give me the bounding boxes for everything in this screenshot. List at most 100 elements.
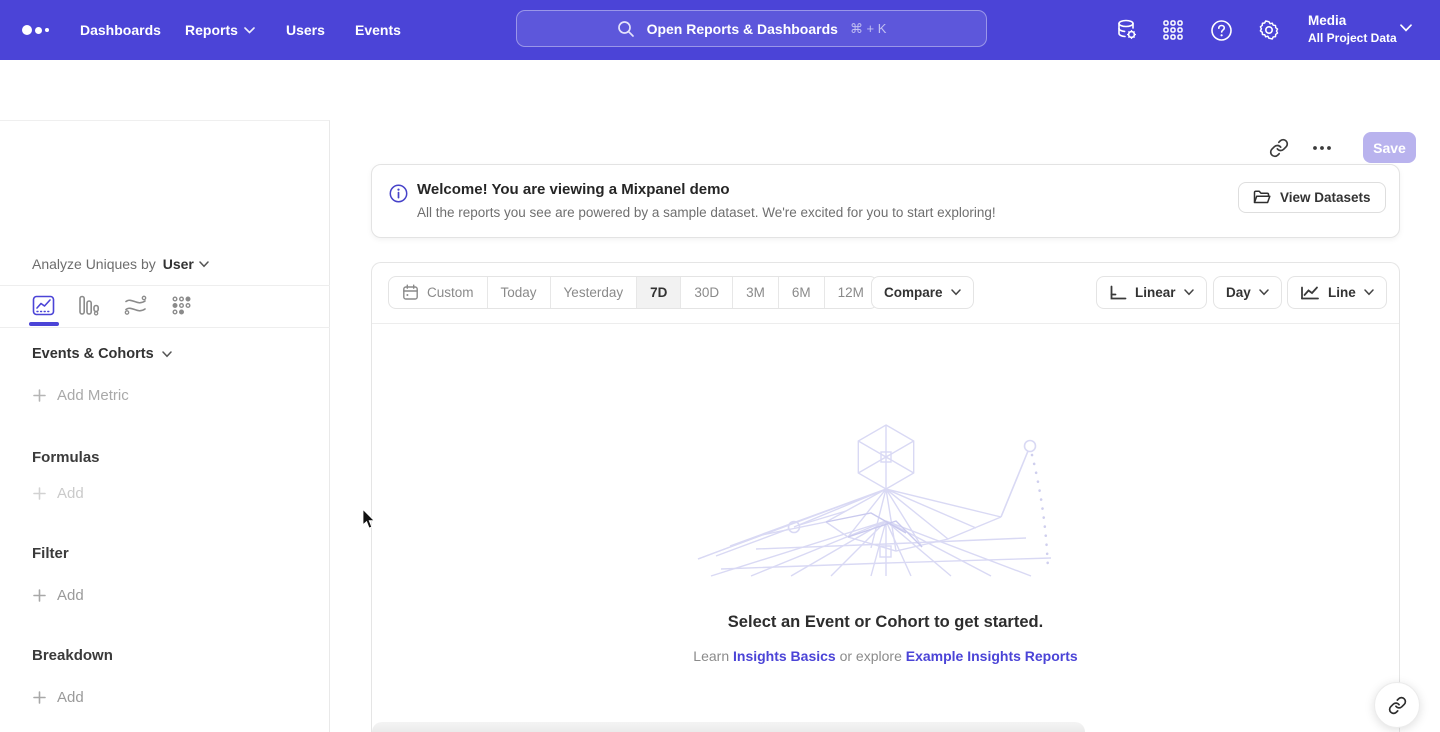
date-range-today[interactable]: Today [488,277,551,308]
plus-icon [33,589,46,602]
metrics-grid-tab-icon [171,295,192,316]
link-icon [1388,696,1407,715]
scale-selector-button[interactable]: Linear [1096,276,1207,309]
viz-tab-metrics-grid[interactable] [168,293,194,317]
insights-basics-link[interactable]: Insights Basics [733,648,836,664]
middle-text: or explore [840,648,902,664]
compare-button[interactable]: Compare [871,276,974,309]
query-builder-sidebar: Analyze Uniques by User [0,120,330,732]
active-tab-indicator [29,322,59,326]
chevron-down-icon [1364,289,1374,296]
global-search-button[interactable]: Open Reports & Dashboards ⌘ + K [516,10,987,47]
chevron-down-icon [199,261,209,268]
analyze-value-dropdown[interactable]: User [163,256,209,272]
link-icon [1269,138,1289,158]
view-datasets-button[interactable]: View Datasets [1238,182,1386,213]
flows-tab-icon [124,295,147,315]
settings-button[interactable] [1256,17,1282,43]
gear-icon [1257,18,1281,42]
mixpanel-insights-page: Dashboards Reports Users Events Open Rep… [0,0,1440,732]
empty-state-illustration [696,421,1076,581]
empty-state-title: Select an Event or Cohort to get started… [372,613,1399,632]
empty-state-links: Learn Insights Basics or explore Example… [372,648,1399,664]
date-range-segmented-control: Custom Today Yesterday 7D 30D 3M 6M 12M [388,276,878,309]
folder-open-icon [1253,190,1271,205]
share-link-fab[interactable] [1374,682,1420,728]
search-shortcut: ⌘ + K [850,21,887,37]
nav-item-dashboards[interactable]: Dashboards [80,0,161,60]
date-range-3m[interactable]: 3M [733,277,779,308]
chevron-down-icon [1184,289,1194,296]
chevron-down-icon [162,351,172,358]
example-insights-reports-link[interactable]: Example Insights Reports [906,648,1078,664]
top-nav-bar: Dashboards Reports Users Events Open Rep… [0,0,1440,60]
line-chart-icon [1300,285,1320,301]
search-label: Open Reports & Dashboards [647,21,838,37]
add-metric-button[interactable]: Add Metric [33,387,129,404]
date-range-6m[interactable]: 6M [779,277,825,308]
add-formula-button[interactable]: Add [33,485,84,502]
chart-type-selector-button[interactable]: Line [1287,276,1387,309]
data-management-button[interactable] [1114,17,1140,43]
bar-chart-tab-icon [78,295,100,316]
help-icon [1210,19,1233,42]
nav-item-users[interactable]: Users [286,0,325,60]
formulas-heading: Formulas [32,449,100,466]
calendar-icon [402,284,419,301]
nav-item-events[interactable]: Events [355,0,401,60]
results-panel-peek[interactable] [372,722,1085,732]
analyze-uniques-row: Analyze Uniques by User [32,256,209,272]
mixpanel-logo-icon[interactable] [22,22,52,38]
project-switcher[interactable]: Media All Project Data [1308,12,1397,46]
breakdown-heading: Breakdown [32,647,113,664]
learn-prefix: Learn [693,648,729,664]
more-options-button[interactable] [1308,135,1336,161]
copy-link-button[interactable] [1266,135,1292,161]
date-range-12m[interactable]: 12M [825,277,877,308]
banner-subtitle: All the reports you see are powered by a… [417,205,996,220]
nav-reports-label: Reports [185,22,238,38]
project-scope: All Project Data [1308,30,1397,46]
events-cohorts-header[interactable]: Events & Cohorts [32,346,172,362]
filter-heading: Filter [32,545,69,562]
chevron-down-icon [951,289,961,296]
plus-icon [33,691,46,704]
add-breakdown-button[interactable]: Add [33,689,84,706]
chevron-down-icon [244,27,255,34]
date-range-yesterday[interactable]: Yesterday [551,277,638,308]
nav-dashboards-label: Dashboards [80,22,161,38]
database-gear-icon [1115,18,1139,42]
date-range-7d[interactable]: 7D [637,277,681,308]
line-chart-tab-icon [32,295,55,316]
help-button[interactable] [1208,17,1234,43]
save-button[interactable]: Save [1363,132,1416,163]
divider [0,327,330,328]
interval-selector-button[interactable]: Day [1213,276,1282,309]
plus-icon [33,389,46,402]
analyze-label: Analyze Uniques by [32,256,156,272]
plus-icon [33,487,46,500]
demo-welcome-banner: Welcome! You are viewing a Mixpanel demo… [371,164,1400,238]
banner-title: Welcome! You are viewing a Mixpanel demo [417,181,730,198]
info-icon [389,184,408,203]
linear-axis-icon [1109,285,1127,301]
viz-tab-line-chart[interactable] [30,293,56,317]
chevron-down-icon[interactable] [1400,24,1412,32]
nav-users-label: Users [286,22,325,38]
nav-item-reports[interactable]: Reports [185,0,255,60]
chevron-down-icon [1259,289,1269,296]
ellipsis-icon [1312,145,1332,151]
date-range-30d[interactable]: 30D [681,277,733,308]
project-name: Media [1308,12,1397,30]
add-filter-button[interactable]: Add [33,587,84,604]
viz-tab-bar-chart[interactable] [76,293,102,317]
report-header-bar: Untitled + Add description... Save [0,60,1440,120]
apps-grid-button[interactable] [1160,17,1186,43]
nav-events-label: Events [355,22,401,38]
date-range-custom[interactable]: Custom [389,277,488,308]
apps-grid-icon [1162,19,1184,41]
viz-tab-flows[interactable] [122,293,148,317]
divider [0,285,330,286]
divider [372,323,1399,324]
search-icon [617,20,635,38]
